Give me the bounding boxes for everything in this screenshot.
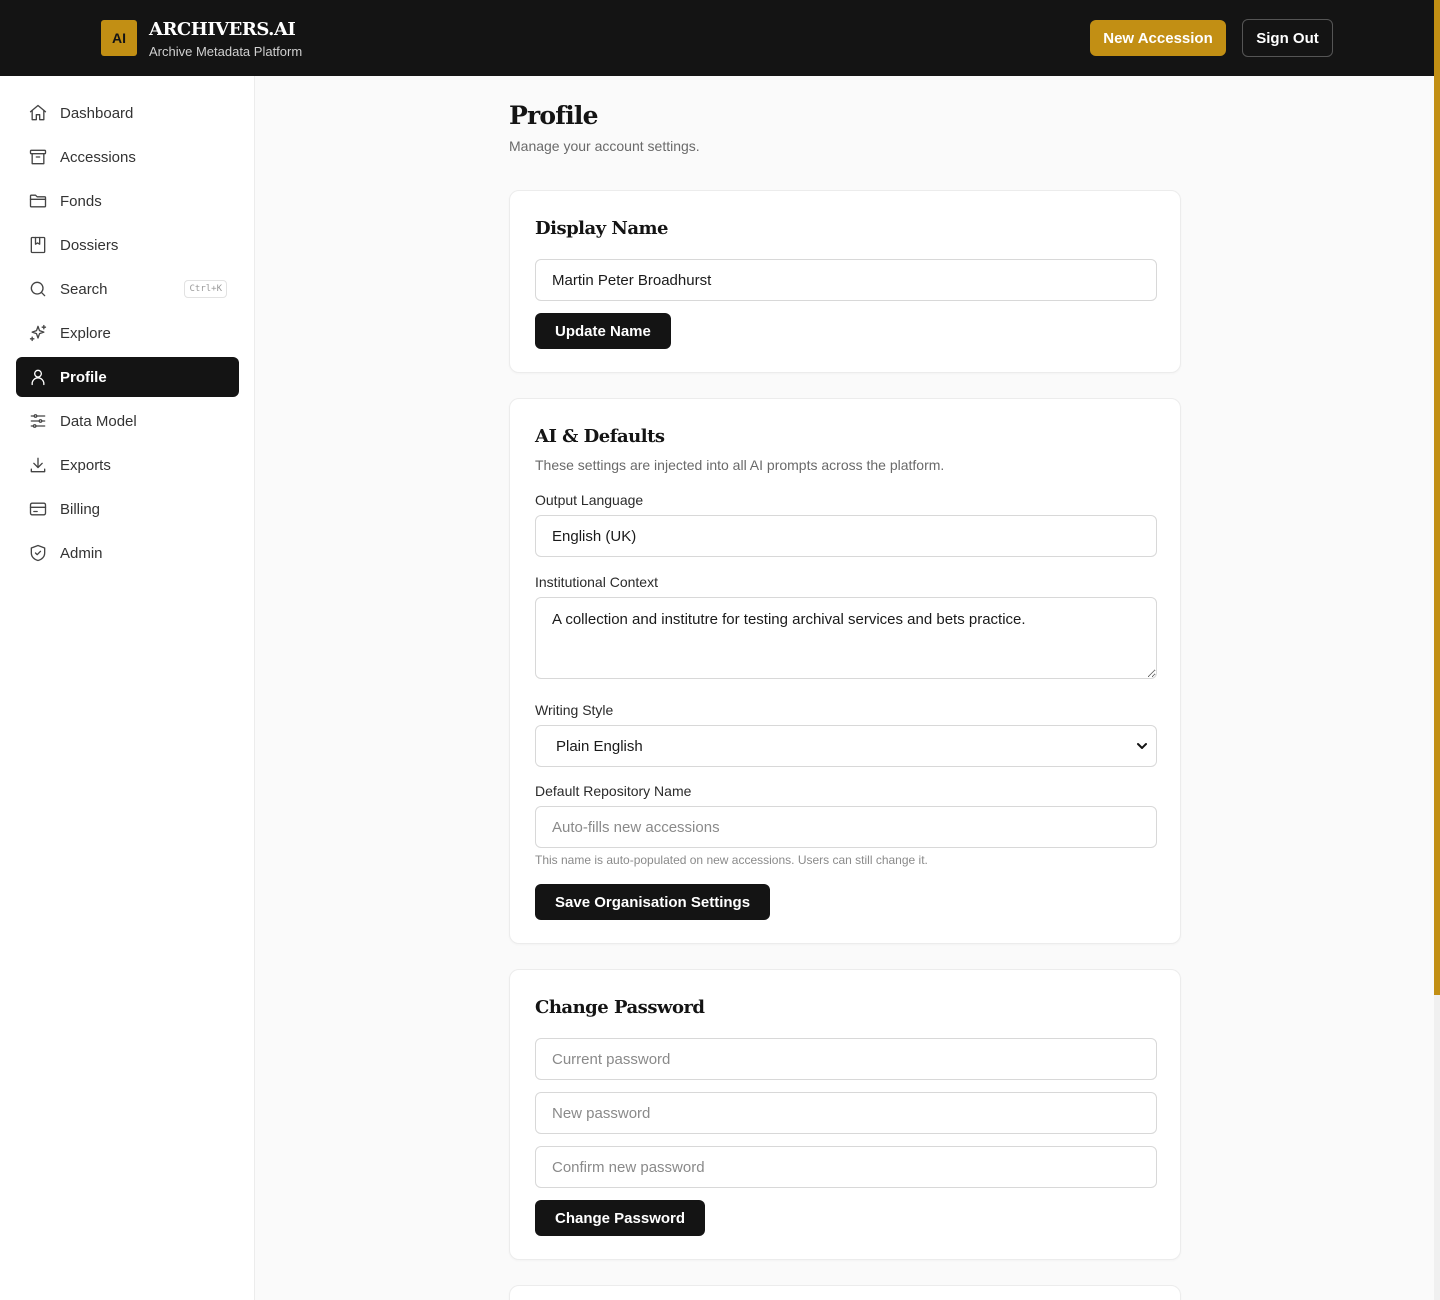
display-name-input[interactable]: [535, 259, 1157, 301]
archive-box-icon: [29, 149, 47, 165]
save-organisation-settings-button[interactable]: Save Organisation Settings: [535, 884, 771, 920]
sidebar-item-label: Search: [60, 280, 108, 298]
brand-name: ARCHIVERS.AI: [149, 19, 296, 40]
sidebar-item-label: Profile: [60, 368, 107, 386]
logo-badge: AI: [101, 20, 137, 56]
home-icon: [29, 104, 47, 121]
book-icon: [30, 236, 46, 254]
sidebar-item-label: Billing: [60, 500, 101, 518]
institutional-context-textarea[interactable]: A collection and institutre for testing …: [535, 597, 1157, 679]
sidebar-item-fonds[interactable]: Fonds: [16, 181, 239, 221]
sidebar-item-label: Dossiers: [60, 236, 119, 254]
sidebar-item-dossiers[interactable]: Dossiers: [16, 225, 239, 265]
sidebar-item-label: Admin: [60, 544, 103, 562]
sidebar-item-label: Exports: [60, 456, 111, 474]
top-header: AI ARCHIVERS.AI Archive Metadata Platfor…: [0, 0, 1434, 76]
sidebar-item-label: Fonds: [60, 192, 102, 210]
sidebar-item-exports[interactable]: Exports: [16, 445, 239, 485]
sidebar-item-label: Dashboard: [60, 104, 134, 122]
change-password-card: Change Password Change Password: [509, 969, 1181, 1260]
card-description: These settings are injected into all AI …: [535, 457, 945, 473]
page-title: Profile: [509, 101, 599, 130]
sidebar-item-billing[interactable]: Billing: [16, 489, 239, 529]
shield-check-icon: [30, 544, 46, 562]
change-password-button[interactable]: Change Password: [535, 1200, 706, 1236]
output-language-input[interactable]: [535, 515, 1157, 557]
writing-style-select[interactable]: Plain English: [535, 725, 1157, 767]
ai-defaults-card: AI & Defaults These settings are injecte…: [509, 398, 1181, 944]
sidebar-item-search[interactable]: Search Ctrl+K: [16, 269, 239, 309]
search-icon: [30, 281, 46, 297]
sidebar: Dashboard Accessions Fonds Dossiers Sear…: [0, 76, 255, 1300]
sparkle-icon: [29, 324, 47, 342]
sidebar-item-profile[interactable]: Profile: [16, 357, 239, 397]
writing-style-label: Writing Style: [535, 702, 614, 718]
update-name-button[interactable]: Update Name: [535, 313, 671, 349]
keyboard-shortcut-badge: Ctrl+K: [184, 280, 227, 298]
institutional-context-label: Institutional Context: [535, 574, 658, 590]
default-repository-label: Default Repository Name: [535, 783, 692, 799]
sign-out-button[interactable]: Sign Out: [1242, 19, 1333, 57]
output-language-label: Output Language: [535, 492, 644, 508]
credit-card-icon: [29, 502, 47, 516]
sidebar-item-label: Data Model: [60, 412, 137, 430]
card-title: Display Name: [535, 218, 669, 239]
brand-tagline: Archive Metadata Platform: [149, 44, 303, 59]
folder-icon: [29, 194, 47, 208]
display-name-card: Display Name Update Name: [509, 190, 1181, 373]
download-icon: [30, 457, 46, 473]
page-subtitle: Manage your account settings.: [509, 138, 700, 154]
current-password-input[interactable]: [535, 1038, 1157, 1080]
chevron-down-icon: [1137, 743, 1147, 749]
confirm-password-input[interactable]: [535, 1146, 1157, 1188]
sidebar-item-label: Accessions: [60, 148, 136, 166]
new-accession-button[interactable]: New Accession: [1090, 20, 1226, 56]
sidebar-item-admin[interactable]: Admin: [16, 533, 239, 573]
writing-style-selected-value: Plain English: [556, 737, 643, 755]
scrollbar-thumb[interactable]: [1434, 0, 1440, 995]
default-repository-input[interactable]: [535, 806, 1157, 848]
sidebar-item-data-model[interactable]: Data Model: [16, 401, 239, 441]
repository-hint: This name is auto-populated on new acces…: [535, 853, 928, 867]
card-title: AI & Defaults: [535, 426, 665, 447]
sidebar-item-accessions[interactable]: Accessions: [16, 137, 239, 177]
next-settings-card: [509, 1285, 1181, 1300]
sidebar-item-label: Explore: [60, 324, 111, 342]
sidebar-item-dashboard[interactable]: Dashboard: [16, 93, 239, 133]
sliders-icon: [30, 414, 46, 428]
new-password-input[interactable]: [535, 1092, 1157, 1134]
sidebar-item-explore[interactable]: Explore: [16, 313, 239, 353]
card-title: Change Password: [535, 997, 705, 1018]
user-icon: [31, 369, 45, 386]
